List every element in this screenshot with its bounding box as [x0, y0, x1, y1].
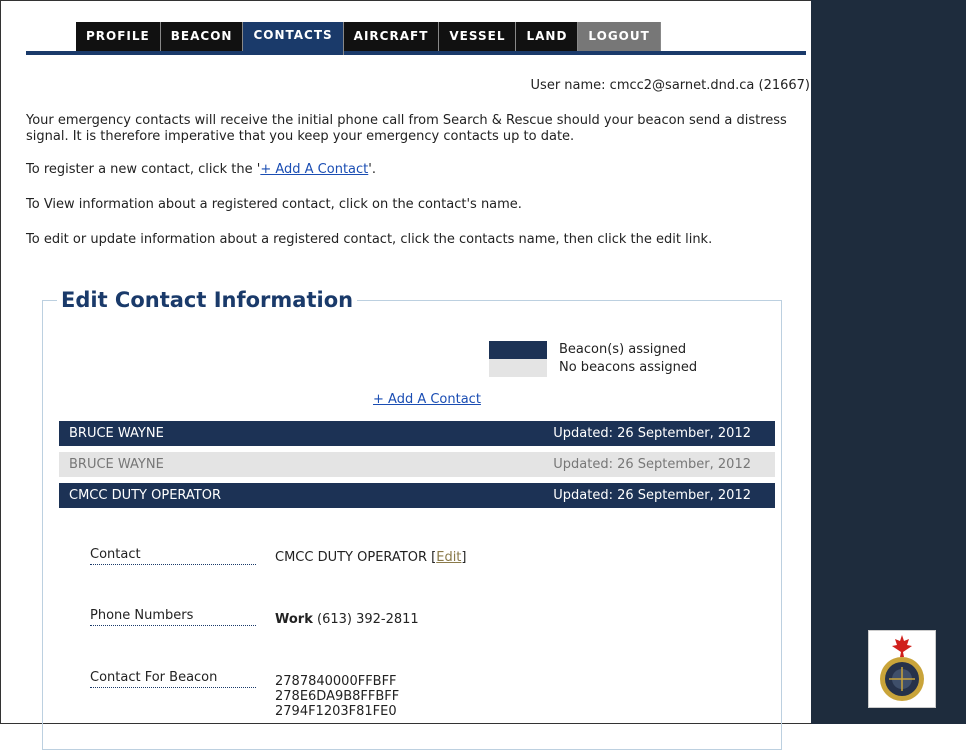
right-sidebar — [811, 0, 966, 724]
contact-updated: Updated: 26 September, 2012 — [553, 488, 751, 503]
contact-name: BRUCE WAYNE — [69, 457, 164, 472]
contact-row[interactable]: CMCC DUTY OPERATOR Updated: 26 September… — [59, 483, 775, 508]
canada-sar-emblem-icon — [868, 630, 936, 708]
beacon-id: 2787840000FFBFF — [275, 674, 397, 689]
contact-row[interactable]: BRUCE WAYNE Updated: 26 September, 2012 — [59, 452, 775, 477]
nav-tabs: PROFILE BEACON CONTACTS AIRCRAFT VESSEL … — [76, 22, 661, 55]
edit-instructions: To edit or update information about a re… — [26, 232, 713, 247]
inline-add-contact-link[interactable]: + Add A Contact — [260, 162, 368, 177]
edit-bracket-close: ] — [461, 550, 467, 565]
top-nav: PROFILE BEACON CONTACTS AIRCRAFT VESSEL … — [26, 22, 806, 55]
contact-for-beacon-label: Contact For Beacon — [90, 670, 256, 688]
contact-updated: Updated: 26 September, 2012 — [553, 426, 751, 441]
contact-label: Contact — [90, 547, 256, 565]
intro-paragraph: Your emergency contacts will receive the… — [26, 113, 787, 144]
tab-contacts[interactable]: CONTACTS — [243, 22, 344, 55]
tab-logout[interactable]: LOGOUT — [578, 22, 661, 51]
phone-value: Work (613) 392-2811 — [275, 612, 419, 627]
beacon-list: 2787840000FFBFF 278E6DA9B8FFBFF 2794F120… — [275, 674, 399, 719]
contact-row[interactable]: BRUCE WAYNE Updated: 26 September, 2012 — [59, 421, 775, 446]
contact-updated: Updated: 26 September, 2012 — [553, 457, 751, 472]
section-title: Edit Contact Information — [61, 288, 354, 312]
register-text-before: To register a new contact, click the ' — [26, 162, 261, 177]
phone-numbers-label: Phone Numbers — [90, 608, 256, 626]
legend-unassigned-label: No beacons assigned — [559, 360, 698, 375]
tab-vessel[interactable]: VESSEL — [439, 22, 517, 51]
contact-name: BRUCE WAYNE — [69, 426, 164, 441]
beacon-id: 2794F1203F81FE0 — [275, 704, 397, 719]
register-text-after: '. — [368, 162, 376, 177]
contact-value: CMCC DUTY OPERATOR [Edit] — [275, 550, 467, 565]
tab-profile[interactable]: PROFILE — [76, 22, 161, 51]
contact-name: CMCC DUTY OPERATOR — [69, 488, 222, 503]
add-contact-link[interactable]: + Add A Contact — [373, 392, 481, 407]
edit-contact-link[interactable]: Edit — [436, 550, 461, 565]
beacon-id: 278E6DA9B8FFBFF — [275, 689, 400, 704]
tab-aircraft[interactable]: AIRCRAFT — [343, 22, 440, 51]
view-instructions: To View information about a registered c… — [26, 197, 522, 212]
phone-number: (613) 392-2811 — [317, 612, 419, 627]
legend-assigned-label: Beacon(s) assigned — [559, 342, 687, 357]
username-label: User name: cmcc2@sarnet.dnd.ca (21667) — [530, 78, 810, 93]
register-instructions: To register a new contact, click the '+ … — [26, 162, 810, 178]
legend-swatch-unassigned — [489, 359, 547, 377]
tab-beacon[interactable]: BEACON — [160, 22, 244, 51]
phone-type: Work — [275, 612, 313, 627]
legend-swatch-assigned — [489, 341, 547, 359]
edit-contact-fieldset: Edit Contact Information Beacon(s) assig… — [42, 288, 782, 750]
tab-land[interactable]: LAND — [516, 22, 579, 51]
contact-value-name: CMCC DUTY OPERATOR — [275, 550, 428, 565]
